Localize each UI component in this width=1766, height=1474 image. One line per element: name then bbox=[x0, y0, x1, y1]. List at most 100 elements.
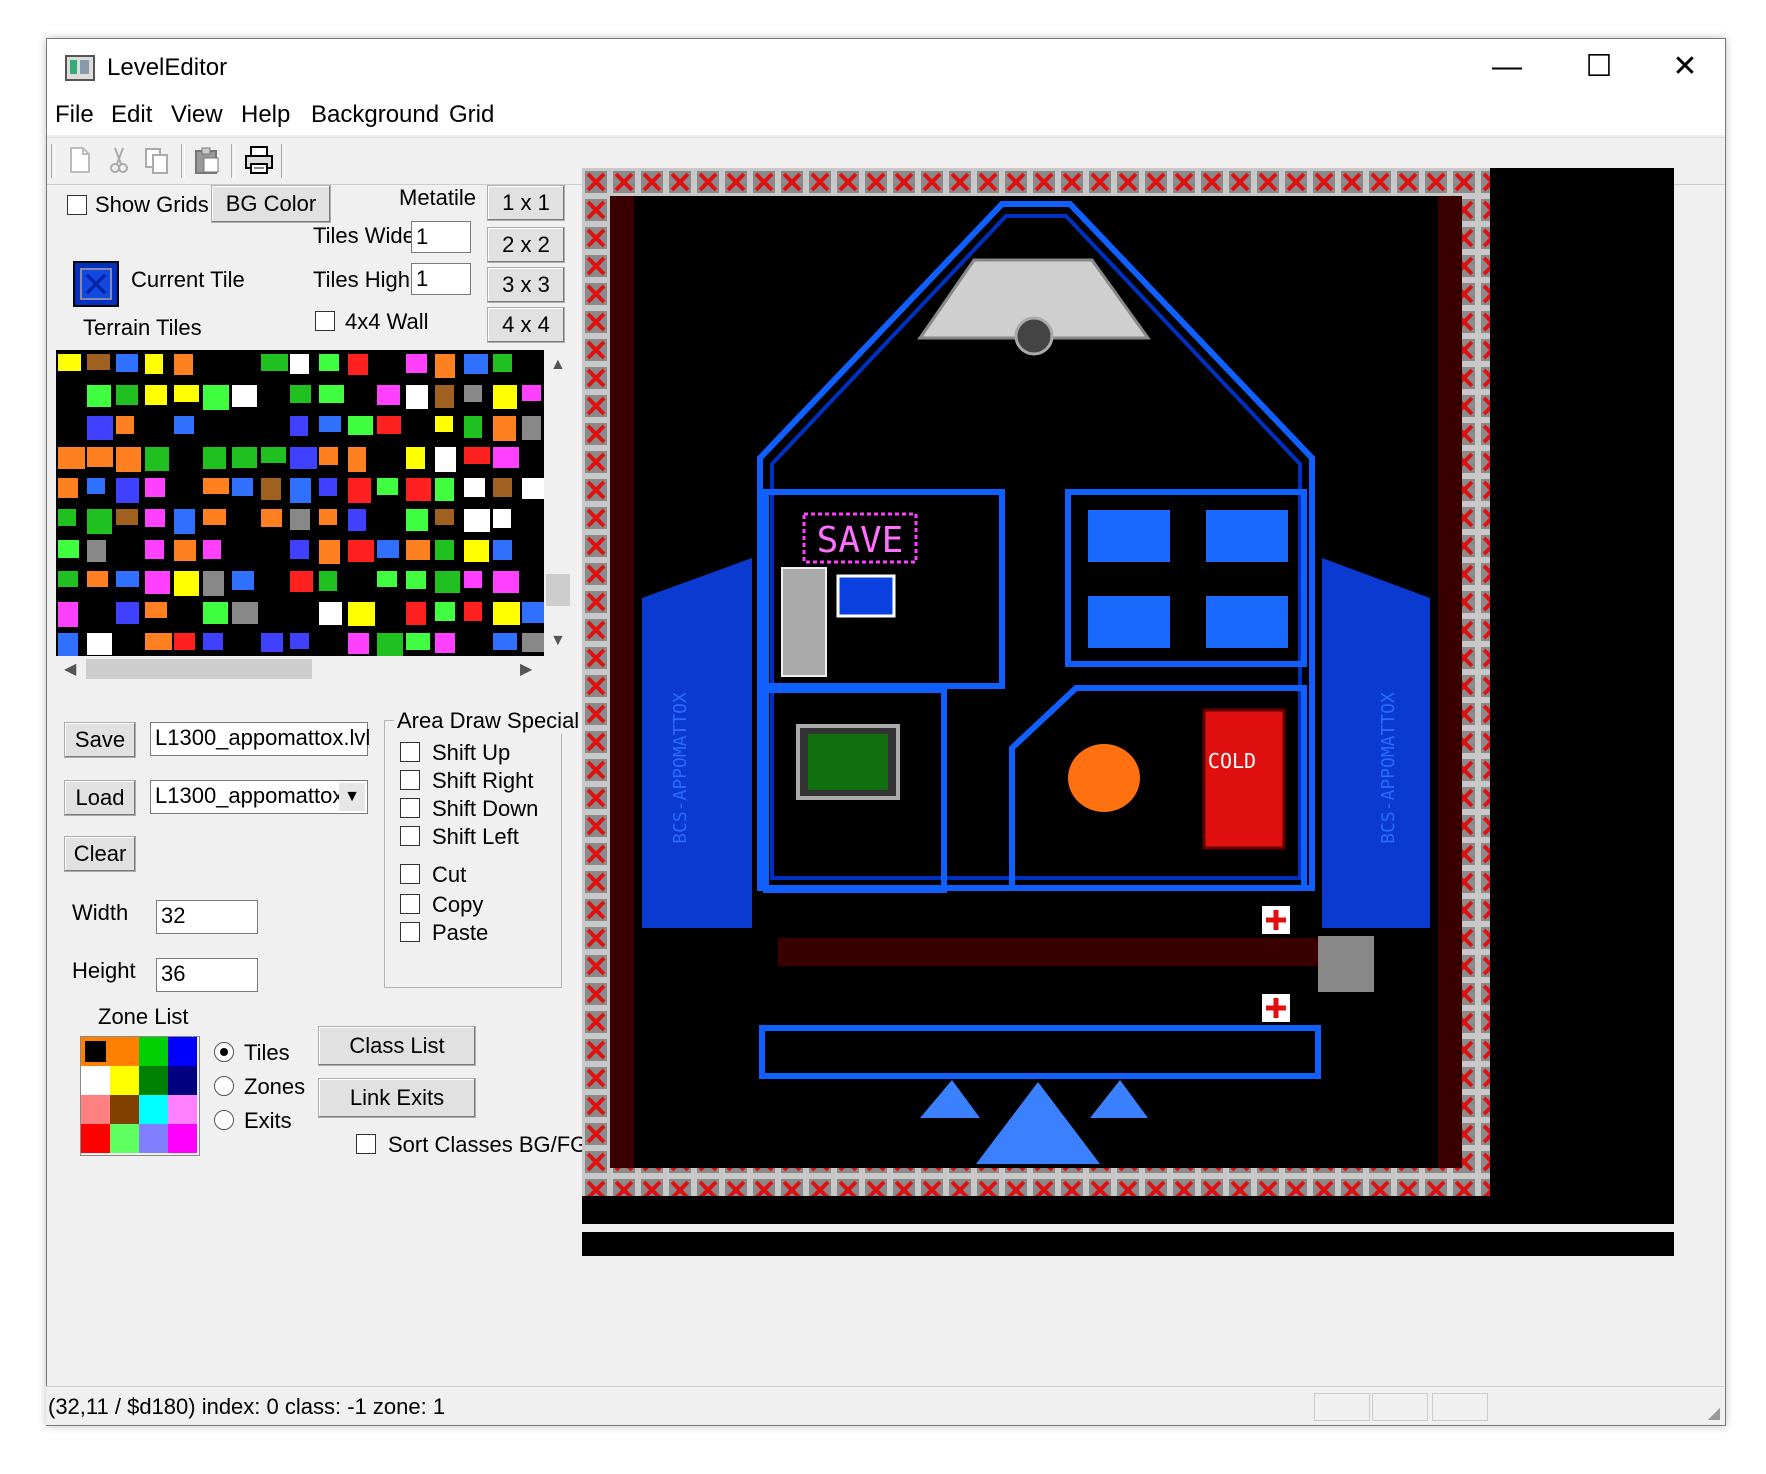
terrain-tile[interactable] bbox=[261, 509, 282, 527]
new-icon[interactable] bbox=[63, 144, 95, 176]
menu-grid[interactable]: Grid bbox=[449, 101, 494, 129]
terrain-tile[interactable] bbox=[290, 385, 311, 403]
terrain-tile[interactable] bbox=[348, 540, 374, 562]
cut-icon[interactable] bbox=[103, 144, 135, 176]
terrain-tile[interactable] bbox=[145, 478, 165, 497]
shift-down-checkbox[interactable] bbox=[400, 798, 420, 818]
zone-swatch[interactable] bbox=[81, 1037, 110, 1066]
terrain-tile[interactable] bbox=[522, 416, 541, 440]
level-map[interactable]: BCS-APPOMATTOX BCS-APPOMATTOX SAVE COLD bbox=[582, 168, 1674, 1224]
terrain-tile[interactable] bbox=[261, 447, 286, 463]
level-canvas[interactable]: BCS-APPOMATTOX BCS-APPOMATTOX SAVE COLD bbox=[582, 168, 1674, 1256]
terrain-tile[interactable] bbox=[145, 540, 164, 559]
load-filename-select[interactable]: L1300_appomattox.lv ▼ bbox=[150, 780, 368, 814]
zone-swatch[interactable] bbox=[110, 1066, 139, 1095]
maximize-button[interactable]: ☐ bbox=[1553, 39, 1645, 95]
terrain-tile[interactable] bbox=[406, 633, 430, 650]
terrain-tile[interactable] bbox=[58, 540, 79, 558]
terrain-tile[interactable] bbox=[522, 633, 544, 652]
terrain-tile[interactable] bbox=[203, 571, 224, 596]
terrain-tile[interactable] bbox=[290, 509, 310, 530]
zone-swatch[interactable] bbox=[168, 1095, 197, 1124]
terrain-tile[interactable] bbox=[493, 602, 520, 625]
zone-swatch[interactable] bbox=[139, 1124, 168, 1153]
terrain-tile[interactable] bbox=[116, 416, 134, 434]
terrain-tile[interactable] bbox=[435, 385, 454, 408]
terrain-tile[interactable] bbox=[145, 602, 167, 618]
terrain-tile[interactable] bbox=[406, 385, 428, 409]
terrain-tile[interactable] bbox=[319, 509, 337, 525]
terrain-tile[interactable] bbox=[348, 447, 366, 472]
terrain-tile[interactable] bbox=[290, 571, 313, 592]
terrain-tile[interactable] bbox=[348, 354, 368, 375]
terrain-tile[interactable] bbox=[116, 447, 141, 472]
terrain-tile[interactable] bbox=[116, 509, 138, 525]
zone-swatch[interactable] bbox=[81, 1095, 110, 1124]
terrain-tile[interactable] bbox=[406, 571, 426, 589]
terrain-tile[interactable] bbox=[58, 447, 85, 469]
terrain-tile[interactable] bbox=[261, 354, 288, 371]
terrain-tile[interactable] bbox=[87, 540, 106, 562]
terrain-tile[interactable] bbox=[203, 633, 223, 650]
terrain-tile[interactable] bbox=[116, 478, 139, 503]
terrain-tile[interactable] bbox=[464, 447, 490, 464]
zone-swatch[interactable] bbox=[139, 1095, 168, 1124]
terrain-tile[interactable] bbox=[377, 633, 403, 656]
terrain-tile[interactable] bbox=[58, 509, 76, 526]
terrain-tile[interactable] bbox=[58, 354, 81, 371]
terrain-tile[interactable] bbox=[174, 385, 199, 402]
zone-swatch[interactable] bbox=[168, 1066, 197, 1095]
terrain-tile[interactable] bbox=[116, 571, 139, 587]
metatile-1x1-button[interactable]: 1 x 1 bbox=[487, 185, 565, 221]
terrain-tile[interactable] bbox=[435, 633, 455, 653]
terrain-tile[interactable] bbox=[493, 385, 517, 409]
terrain-tile[interactable] bbox=[348, 478, 371, 503]
terrain-tile[interactable] bbox=[464, 385, 482, 402]
cut-checkbox[interactable] bbox=[400, 864, 420, 884]
terrain-tile[interactable] bbox=[87, 509, 112, 534]
terrain-tile[interactable] bbox=[406, 509, 428, 531]
terrain-tile[interactable] bbox=[435, 571, 460, 593]
terrain-tile[interactable] bbox=[58, 602, 78, 627]
zone-swatch[interactable] bbox=[110, 1124, 139, 1153]
terrain-tile[interactable] bbox=[174, 354, 193, 375]
terrain-tile[interactable] bbox=[58, 633, 78, 656]
terrain-tile[interactable] bbox=[145, 447, 169, 471]
zone-swatch[interactable] bbox=[81, 1066, 110, 1095]
terrain-tile[interactable] bbox=[87, 354, 110, 370]
menu-help[interactable]: Help bbox=[241, 101, 290, 129]
metatile-3x3-button[interactable]: 3 x 3 bbox=[487, 267, 565, 303]
terrain-tile[interactable] bbox=[261, 478, 281, 500]
terrain-tile[interactable] bbox=[290, 540, 309, 559]
terrain-tile[interactable] bbox=[406, 354, 427, 373]
terrain-tile[interactable] bbox=[348, 509, 366, 531]
close-button[interactable]: ✕ bbox=[1639, 39, 1731, 95]
height-input[interactable]: 36 bbox=[156, 958, 258, 992]
terrain-tile[interactable] bbox=[348, 602, 375, 626]
terrain-tile[interactable] bbox=[493, 354, 512, 372]
copy-checkbox[interactable] bbox=[400, 894, 420, 914]
tiles-wide-input[interactable]: 1 bbox=[411, 221, 471, 253]
zone-swatch[interactable] bbox=[110, 1095, 139, 1124]
current-tile-swatch[interactable] bbox=[73, 261, 119, 307]
terrain-tile[interactable] bbox=[406, 602, 426, 625]
zones-radio[interactable] bbox=[214, 1076, 234, 1096]
terrain-tile[interactable] bbox=[406, 478, 431, 501]
terrain-tile[interactable] bbox=[348, 633, 369, 654]
paste-checkbox[interactable] bbox=[400, 922, 420, 942]
terrain-tile[interactable] bbox=[435, 478, 454, 501]
terrain-tile[interactable] bbox=[435, 354, 455, 378]
metatile-4x4-button[interactable]: 4 x 4 bbox=[487, 307, 565, 343]
terrain-tile[interactable] bbox=[232, 447, 257, 468]
terrain-tile[interactable] bbox=[232, 385, 257, 407]
palette-vscroll-thumb[interactable] bbox=[546, 574, 570, 606]
metatile-2x2-button[interactable]: 2 x 2 bbox=[487, 227, 565, 263]
paste-icon[interactable] bbox=[191, 144, 223, 176]
terrain-tile[interactable] bbox=[87, 571, 108, 587]
terrain-tile[interactable] bbox=[145, 509, 165, 527]
terrain-tile[interactable] bbox=[406, 447, 425, 469]
zone-swatch[interactable] bbox=[81, 1124, 110, 1153]
terrain-tile[interactable] bbox=[232, 571, 254, 590]
terrain-tile[interactable] bbox=[435, 509, 454, 525]
terrain-tile[interactable] bbox=[203, 602, 228, 624]
